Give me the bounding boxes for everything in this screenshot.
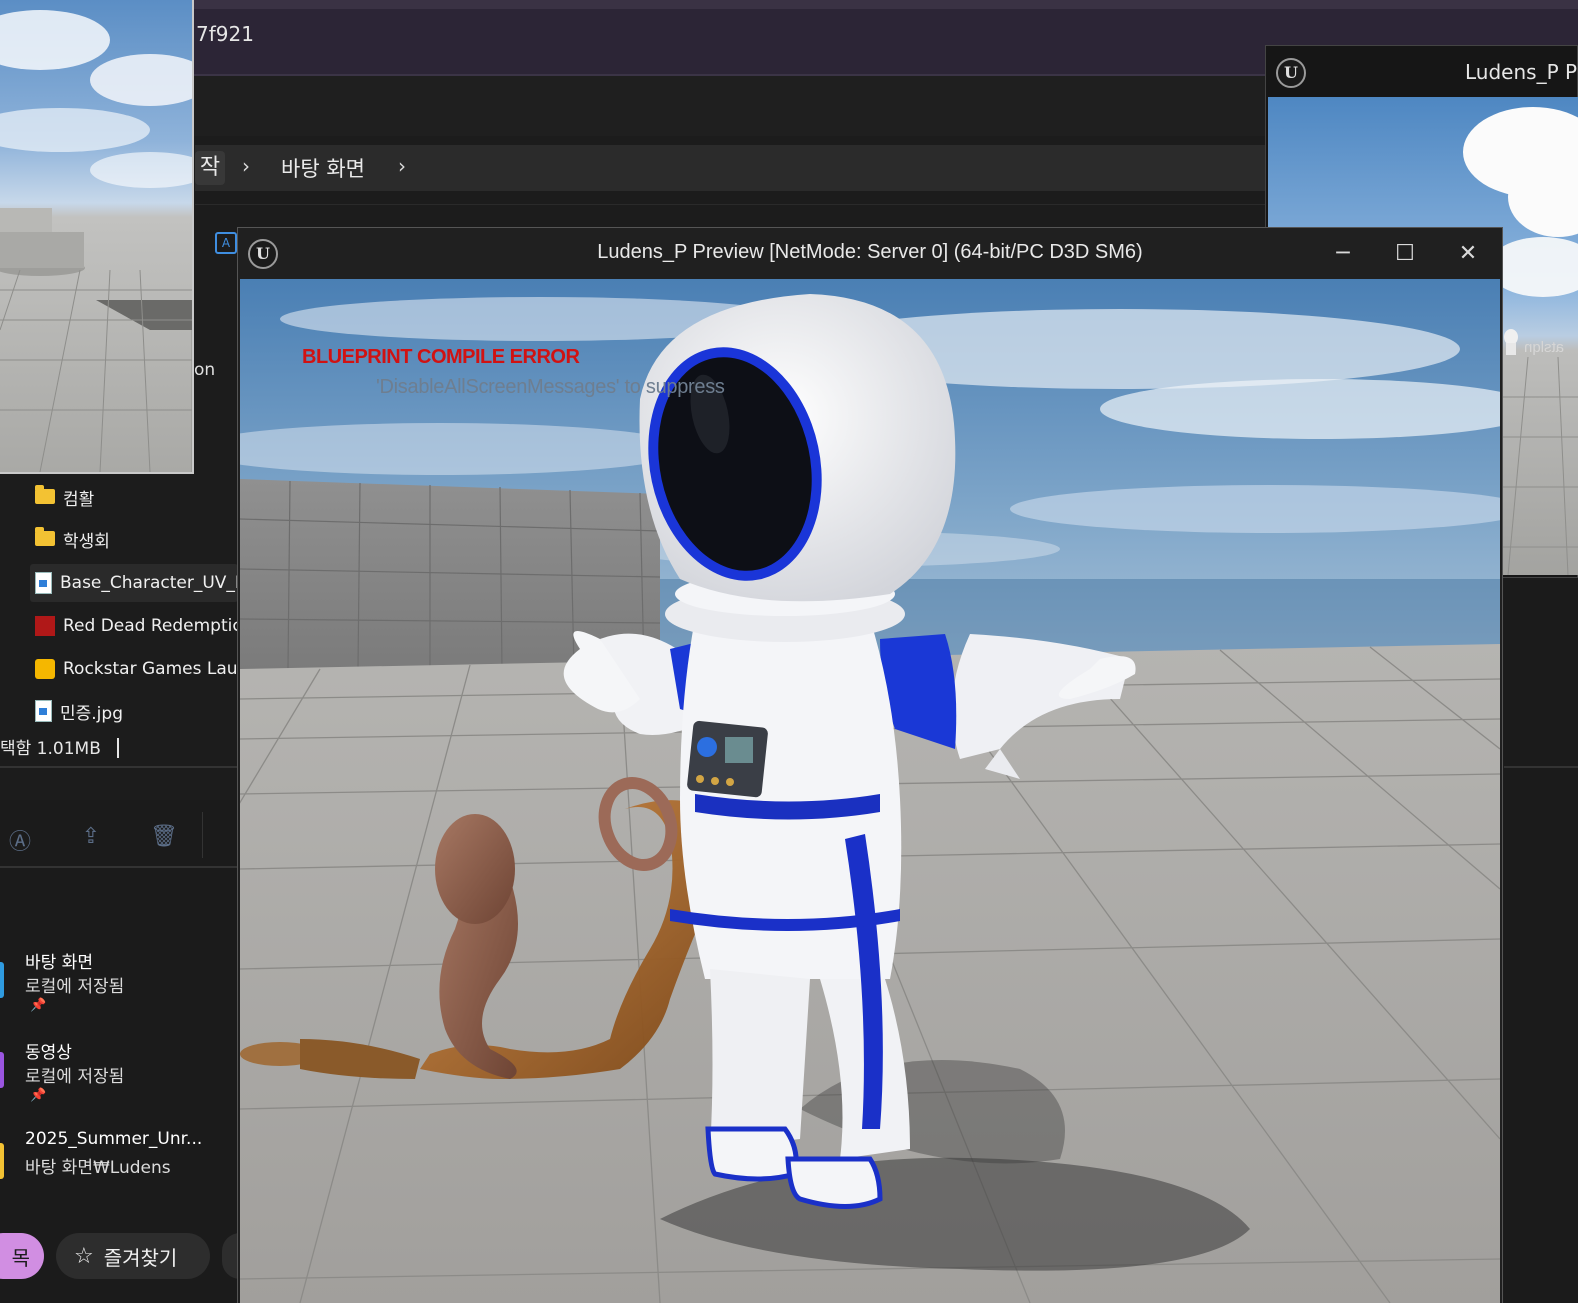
maximize-icon[interactable]: ☐: [1385, 236, 1425, 272]
item-subtitle: 로컬에 저장됨: [25, 977, 125, 997]
list-item[interactable]: Red Dead Redemptic: [30, 607, 238, 645]
folder-icon: [35, 484, 55, 504]
item-color-bar: [0, 1052, 4, 1088]
unreal-logo-icon: U: [1276, 58, 1306, 88]
pin-icon[interactable]: 📌: [30, 998, 46, 1013]
share-icon[interactable]: ⇪: [78, 824, 104, 850]
image-file-icon: [35, 700, 52, 722]
minimize-icon[interactable]: ─: [1323, 236, 1363, 272]
file-name: Red Dead Redemptic: [63, 616, 238, 636]
folder-icon: [35, 526, 55, 546]
list-item[interactable]: 민증.jpg: [30, 692, 238, 730]
item-title: 동영상: [25, 1043, 72, 1063]
game-viewport[interactable]: BLUEPRINT COMPILE ERROR 'DisableAllScree…: [240, 279, 1500, 1303]
rename-icon[interactable]: Ⓐ: [7, 824, 33, 855]
chip-label: 즐겨찾기: [103, 1245, 178, 1270]
error-message-title: BLUEPRINT COMPILE ERROR: [302, 346, 580, 368]
divider: [0, 866, 238, 868]
explorer-tab-title[interactable]: 7f921: [196, 22, 254, 46]
game-window-title-bar[interactable]: U Ludens_P Preview [NetMode: Server 0] (…: [238, 228, 1502, 279]
game-preview-window[interactable]: U Ludens_P Preview [NetMode: Server 0] (…: [238, 228, 1502, 1303]
item-subtitle: 로컬에 저장됨: [25, 1067, 125, 1087]
breadcrumb-desktop[interactable]: 바탕 화면: [281, 153, 365, 183]
divider: [0, 766, 238, 768]
game-window-title: Ludens_P Preview [NetMode: Server 0] (64…: [597, 241, 1143, 263]
title-bar-strip: [0, 0, 1578, 9]
status-bar-selection: 택함 1.01MB: [0, 739, 101, 759]
breadcrumb-chevron-icon[interactable]: ›: [242, 154, 250, 178]
secondary-panel-below: [1504, 578, 1578, 1303]
delete-icon[interactable]: 🗑: [150, 824, 178, 850]
truncated-text: on: [194, 360, 216, 380]
divider: [1504, 766, 1578, 768]
file-name: 학생회: [63, 531, 110, 552]
list-item-selected[interactable]: Base_Character_UV_B: [30, 564, 238, 602]
item-subtitle: 바탕 화면₩Ludens: [25, 1158, 171, 1178]
rename-icon[interactable]: A: [215, 232, 237, 254]
category-chip[interactable]: 목: [0, 1233, 44, 1279]
secondary-window-title: Ludens_P P: [1465, 60, 1578, 84]
list-item[interactable]: 학생회: [30, 520, 238, 558]
viewport-thumbnail: [0, 0, 194, 474]
item-title: 바탕 화면: [25, 953, 93, 973]
item-title: 2025_Summer_Unr...: [25, 1129, 203, 1149]
image-file-icon: [35, 572, 52, 594]
viewport-scene: [240, 279, 1500, 1303]
file-name: Base_Character_UV_B: [60, 573, 238, 593]
file-name: Rockstar Games Laur: [63, 659, 238, 679]
pin-icon[interactable]: 📌: [30, 1088, 46, 1103]
file-name: 민증.jpg: [60, 703, 123, 724]
status-separator: [117, 738, 119, 758]
star-icon: ☆: [74, 1243, 94, 1269]
item-color-bar: [0, 962, 4, 998]
toolbar-separator: [202, 812, 203, 858]
list-item[interactable]: Rockstar Games Laur: [30, 650, 238, 688]
chip-label: 목: [11, 1245, 30, 1270]
thumbnail-scene: [0, 10, 192, 472]
error-message-hint: 'DisableAllScreenMessages' to suppress: [376, 376, 725, 398]
file-name: 컴활: [63, 489, 95, 510]
breadcrumb-current[interactable]: 작: [195, 151, 225, 185]
breadcrumb-chevron-icon[interactable]: ›: [398, 154, 406, 178]
rdr-app-icon: [35, 616, 55, 636]
rockstar-launcher-icon: [35, 659, 55, 679]
item-color-bar: [0, 1143, 4, 1179]
list-item[interactable]: 컴활: [30, 478, 238, 516]
close-icon[interactable]: ✕: [1448, 236, 1488, 272]
favorites-chip[interactable]: ☆ 즐겨찾기: [56, 1233, 210, 1279]
